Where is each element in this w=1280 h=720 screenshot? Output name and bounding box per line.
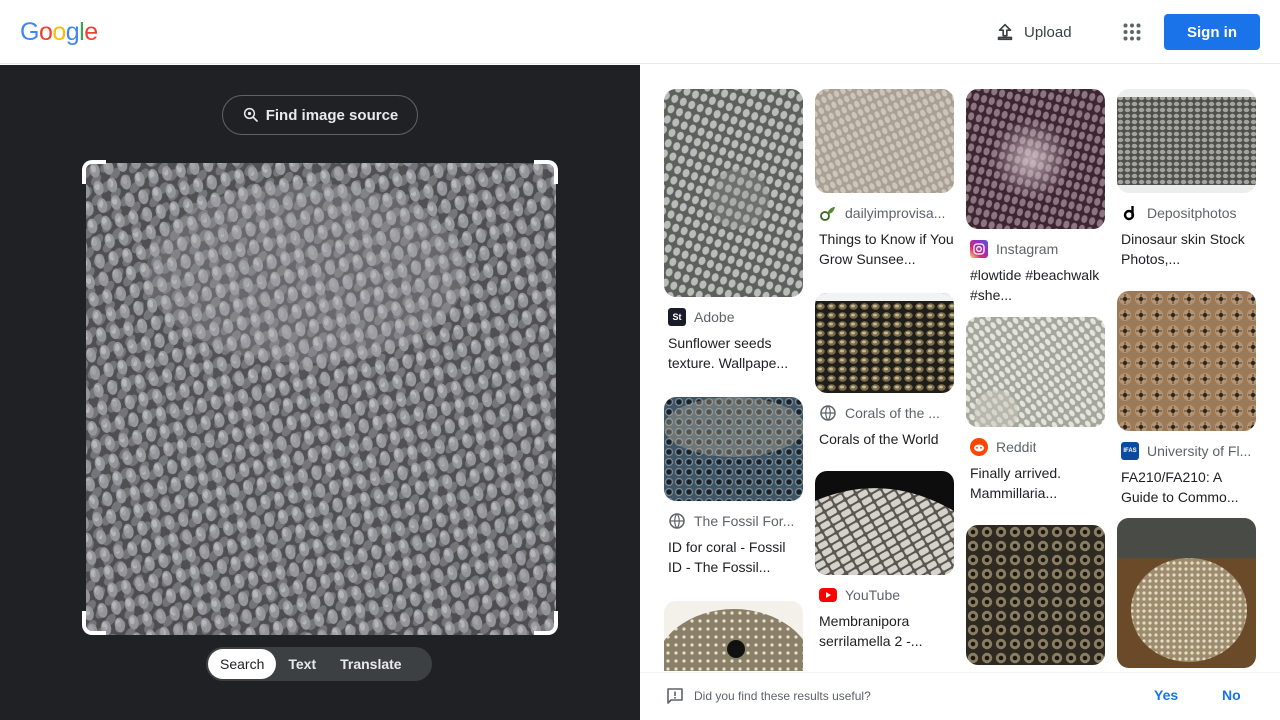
result-card[interactable]: IFAS University of Fl... FA210/FA210: A … (1117, 291, 1256, 507)
results-column: Instagram #lowtide #beachwalk #she... Re… (966, 89, 1105, 665)
reddit-icon (970, 438, 988, 456)
tab-text[interactable]: Text (276, 649, 328, 679)
result-card[interactable]: Reddit Finally arrived. Mammillaria... (966, 317, 1105, 503)
results-column: dailyimprovisa... Things to Know if You … (815, 89, 954, 651)
result-source: Depositphotos (1117, 203, 1256, 223)
result-source-name: dailyimprovisa... (845, 205, 946, 221)
logo-letter: G (20, 18, 39, 46)
adobe-stock-icon: St (668, 308, 686, 326)
result-card[interactable]: YouTube Membranipora serrilamella 2 -... (815, 471, 954, 651)
result-thumbnail[interactable] (966, 317, 1105, 427)
result-thumbnail[interactable] (815, 89, 954, 193)
result-thumbnail[interactable] (966, 525, 1105, 665)
result-source-name: Reddit (996, 439, 1037, 455)
dailyimprovisation-icon (819, 204, 837, 222)
result-source-name: Corals of the ... (845, 405, 940, 421)
result-card[interactable] (1117, 518, 1256, 668)
logo-letter: o (52, 18, 66, 46)
result-title[interactable]: Dinosaur skin Stock Photos,... (1117, 229, 1256, 269)
results-column: Depositphotos Dinosaur skin Stock Photos… (1117, 89, 1256, 668)
result-title[interactable]: FA210/FA210: A Guide to Commo... (1117, 467, 1256, 507)
top-bar: Google Upload Sign in (0, 0, 1280, 64)
result-source: IFAS University of Fl... (1117, 441, 1256, 461)
result-card[interactable]: Instagram #lowtide #beachwalk #she... (966, 89, 1105, 305)
result-title[interactable]: #lowtide #beachwalk #she... (966, 265, 1105, 305)
result-source: Instagram (966, 239, 1105, 259)
google-logo[interactable]: Google (20, 17, 98, 47)
result-source: Reddit (966, 437, 1105, 457)
query-image[interactable] (86, 163, 556, 635)
result-source: YouTube (815, 585, 954, 605)
result-thumbnail[interactable] (966, 89, 1105, 229)
crop-handle-bottom-right[interactable] (534, 611, 558, 635)
result-title[interactable]: Membranipora serrilamella 2 -... (815, 611, 954, 651)
upload-label: Upload (1024, 23, 1072, 41)
result-title[interactable]: Finally arrived. Mammillaria... (966, 463, 1105, 503)
result-title[interactable]: Corals of the World (815, 429, 954, 449)
result-source-name: Instagram (996, 241, 1059, 257)
lens-search-icon (243, 107, 258, 122)
feedback-no-button[interactable]: No (1222, 687, 1241, 703)
logo-letter: g (65, 18, 80, 46)
result-thumbnail[interactable] (815, 471, 954, 575)
result-thumbnail[interactable] (1117, 89, 1256, 193)
result-source-name: University of Fl... (1147, 443, 1252, 459)
tab-translate[interactable]: Translate (328, 649, 413, 679)
instagram-icon (970, 240, 988, 258)
feedback-icon (667, 688, 683, 704)
result-source: The Fossil For... (664, 511, 803, 531)
result-card[interactable]: dailyimprovisa... Things to Know if You … (815, 89, 954, 269)
result-thumbnail[interactable] (664, 397, 803, 501)
feedback-yes-button[interactable]: Yes (1154, 687, 1178, 703)
result-thumbnail[interactable] (664, 601, 803, 671)
result-source-name: The Fossil For... (694, 513, 795, 529)
lens-mode-tabs: Search Text Translate (206, 647, 432, 681)
result-source: Corals of the ... (815, 403, 954, 423)
result-card[interactable]: Corals of the ... Corals of the World (815, 293, 954, 449)
result-card[interactable]: St Adobe Sunflower seeds texture. Wallpa… (664, 89, 803, 373)
result-title[interactable]: Sunflower seeds texture. Wallpape... (664, 333, 803, 373)
find-source-label: Find image source (265, 106, 399, 124)
result-thumbnail[interactable] (664, 89, 803, 297)
crop-handle-top-right[interactable] (534, 160, 558, 184)
apps-grid-icon (1123, 23, 1141, 41)
result-card[interactable] (664, 601, 803, 671)
find-image-source-button[interactable]: Find image source (222, 95, 418, 135)
tab-search[interactable]: Search (208, 649, 277, 679)
result-thumbnail[interactable] (1117, 291, 1256, 431)
sign-in-button[interactable]: Sign in (1164, 14, 1260, 50)
result-card[interactable]: Depositphotos Dinosaur skin Stock Photos… (1117, 89, 1256, 269)
result-title[interactable]: Things to Know if You Grow Sunsee... (815, 229, 954, 269)
apps-button[interactable] (1118, 18, 1146, 46)
results-column: St Adobe Sunflower seeds texture. Wallpa… (664, 89, 803, 671)
result-source-name: YouTube (845, 587, 901, 603)
logo-letter: o (38, 18, 53, 46)
result-thumbnail[interactable] (815, 293, 954, 393)
result-source-name: Adobe (694, 309, 735, 325)
youtube-icon (819, 586, 837, 604)
crop-handle-top-left[interactable] (82, 160, 106, 184)
result-source: St Adobe (664, 307, 803, 327)
result-source-name: Depositphotos (1147, 205, 1237, 221)
globe-icon (819, 404, 837, 422)
depositphotos-icon (1121, 204, 1139, 222)
lens-image-panel: Find image source Search Text Translate (0, 65, 640, 720)
upload-button[interactable]: Upload (988, 14, 1084, 50)
crop-handle-bottom-left[interactable] (82, 611, 106, 635)
result-card[interactable] (966, 525, 1105, 665)
globe-icon (668, 512, 686, 530)
feedback-bar: Did you find these results useful? Yes N… (640, 672, 1280, 720)
result-source: dailyimprovisa... (815, 203, 954, 223)
upload-icon (997, 23, 1013, 41)
result-card[interactable]: The Fossil For... ID for coral - Fossil … (664, 397, 803, 577)
result-thumbnail[interactable] (1117, 518, 1256, 668)
ifas-icon: IFAS (1121, 442, 1139, 460)
result-title[interactable]: ID for coral - Fossil ID - The Fossil... (664, 537, 803, 577)
feedback-question: Did you find these results useful? (694, 689, 871, 703)
visual-matches-grid: St Adobe Sunflower seeds texture. Wallpa… (640, 65, 1280, 671)
logo-letter: e (84, 18, 98, 46)
